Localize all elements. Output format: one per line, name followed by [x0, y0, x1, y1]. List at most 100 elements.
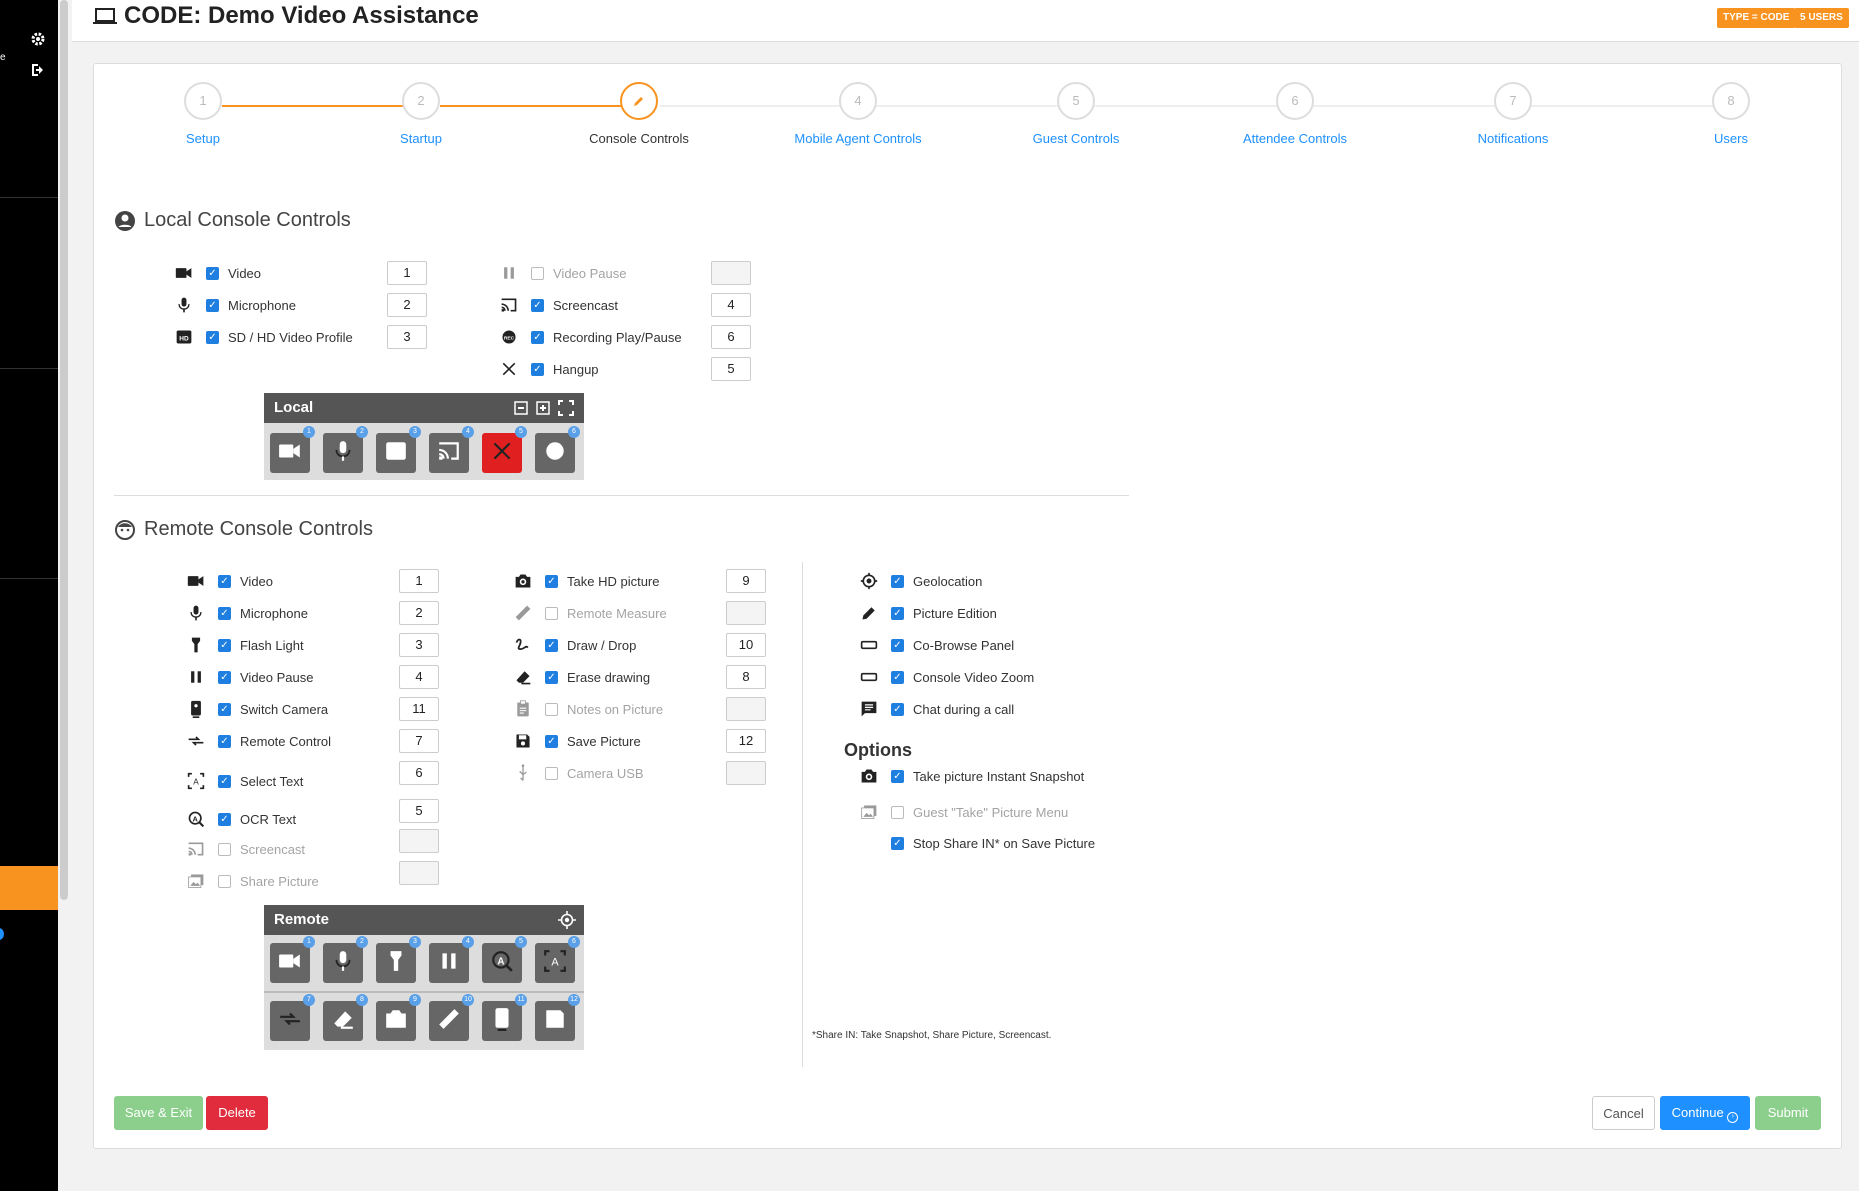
ocr-control-button[interactable]: A5	[482, 936, 527, 983]
ruler-control-button[interactable]: 10	[429, 994, 474, 1041]
remote-control-order-input[interactable]: 3	[399, 633, 439, 657]
remote-control-checkbox[interactable]: ✓	[218, 670, 231, 684]
remote-control-order-input[interactable]	[399, 861, 439, 885]
remote-control-order-input[interactable]: 10	[726, 633, 766, 657]
local-control-order-input[interactable]: 3	[387, 325, 427, 349]
remote-control-checkbox[interactable]	[545, 702, 558, 716]
local-control-checkbox[interactable]: ✓	[531, 362, 544, 376]
switch-camera-control-button[interactable]: 11	[482, 994, 527, 1041]
remote-control-checkbox[interactable]: ✓	[218, 812, 231, 826]
microphone-control-button[interactable]: 2	[323, 936, 368, 983]
remote-control-checkbox[interactable]: ✓	[545, 734, 558, 748]
remote-control-checkbox[interactable]	[545, 606, 558, 620]
local-control-order-input[interactable]: 4	[711, 293, 751, 317]
option-checkbox[interactable]: ✓	[891, 769, 904, 783]
step-startup[interactable]: 2 Startup	[321, 82, 521, 146]
eraser-control-button[interactable]: 8	[323, 994, 368, 1041]
step-mobile-agent-controls[interactable]: 4 Mobile Agent Controls	[758, 82, 958, 146]
step-label: Startup	[400, 131, 442, 146]
add-icon[interactable]	[536, 401, 550, 415]
videocam-control-button[interactable]: 1	[270, 936, 315, 983]
option-checkbox[interactable]: ✓	[891, 836, 904, 850]
remote-control-order-input[interactable]: 6	[399, 761, 439, 785]
minimize-icon[interactable]	[514, 401, 528, 415]
step-setup[interactable]: 1 Setup	[103, 82, 303, 146]
local-control-order-input[interactable]: 2	[387, 293, 427, 317]
pause-control-button[interactable]: 4	[429, 936, 474, 983]
cast-control-button[interactable]: 4	[429, 426, 474, 473]
remote-control-checkbox[interactable]: ✓	[545, 574, 558, 588]
local-control-order-input[interactable]: 1	[387, 261, 427, 285]
local-control-checkbox[interactable]: ✓	[531, 330, 544, 344]
step-guest-controls[interactable]: 5 Guest Controls	[976, 82, 1176, 146]
remote-control-order-input[interactable]	[726, 697, 766, 721]
remote-control-checkbox[interactable]: ✓	[891, 670, 904, 684]
logout-icon[interactable]	[28, 62, 48, 82]
remote-control-checkbox[interactable]: ✓	[891, 606, 904, 620]
step-users[interactable]: 8 Users	[1631, 82, 1831, 146]
remote-control-order-input[interactable]: 9	[726, 569, 766, 593]
delete-button[interactable]: Delete	[206, 1096, 268, 1130]
save-control-button[interactable]: 12	[535, 994, 580, 1041]
local-control-order-input[interactable]: 6	[711, 325, 751, 349]
step-console-controls[interactable]: Console Controls	[539, 82, 739, 146]
settings-gear-icon[interactable]	[28, 31, 48, 51]
sidebar-active-item[interactable]	[0, 866, 58, 910]
remote-control-checkbox[interactable]: ✓	[545, 638, 558, 652]
local-control-order-input[interactable]: 5	[711, 357, 751, 381]
remote-control-order-input[interactable]	[726, 761, 766, 785]
remote-control-checkbox[interactable]: ✓	[891, 702, 904, 716]
remote-control-checkbox[interactable]: ✓	[218, 574, 231, 588]
remote-control-checkbox-wrap: ✓	[891, 702, 904, 716]
local-control-checkbox[interactable]: ✓	[206, 298, 219, 312]
remote-control-order-input[interactable]: 11	[399, 697, 439, 721]
remote-control-checkbox[interactable]: ✓	[545, 670, 558, 684]
microphone-control-button[interactable]: 2	[323, 426, 368, 473]
flashlight-control-button[interactable]: 3	[376, 936, 421, 983]
rec-control-button[interactable]: REC 6	[535, 426, 580, 473]
remote-control-order-input[interactable]: 1	[399, 569, 439, 593]
remote-control-order-input[interactable]	[399, 829, 439, 853]
cancel-button[interactable]: Cancel	[1592, 1096, 1655, 1130]
close-control-button[interactable]: 5	[482, 426, 527, 473]
remote-control-order-input[interactable]: 2	[399, 601, 439, 625]
local-control-checkbox[interactable]: ✓	[531, 298, 544, 312]
remote-control-order-input[interactable]	[726, 601, 766, 625]
step-attendee-controls[interactable]: 6 Attendee Controls	[1195, 82, 1395, 146]
remote-control-checkbox[interactable]: ✓	[891, 638, 904, 652]
remote-control-order-input[interactable]: 12	[726, 729, 766, 753]
local-control-checkbox[interactable]: ✓	[206, 266, 219, 280]
remote-control-order-input[interactable]: 7	[399, 729, 439, 753]
sidebar: e	[0, 0, 58, 1191]
videocam-control-button[interactable]: 1	[270, 426, 315, 473]
remote-control-checkbox[interactable]: ✓	[218, 734, 231, 748]
remote-control-checkbox[interactable]: ✓	[218, 702, 231, 716]
fullscreen-icon[interactable]	[558, 400, 574, 416]
remote-control-label: Switch Camera	[240, 701, 329, 717]
submit-button[interactable]: Submit	[1755, 1096, 1821, 1130]
remote-control-checkbox[interactable]: ✓	[218, 638, 231, 652]
remote-control-control-button[interactable]: 7	[270, 994, 315, 1041]
remote-control-checkbox[interactable]	[545, 766, 558, 780]
continue-button[interactable]: Continue ›	[1660, 1096, 1750, 1130]
close-icon	[497, 357, 521, 381]
step-notifications[interactable]: 7 Notifications	[1413, 82, 1613, 146]
remote-control-checkbox[interactable]	[218, 842, 231, 856]
select-text-control-button[interactable]: A6	[535, 936, 580, 983]
remote-control-checkbox[interactable]: ✓	[218, 606, 231, 620]
geolocation-icon[interactable]	[558, 911, 576, 929]
local-control-order-input[interactable]	[711, 261, 751, 285]
hd-control-button[interactable]: HD 3	[376, 426, 421, 473]
remote-control-order-input[interactable]: 8	[726, 665, 766, 689]
option-checkbox[interactable]	[891, 805, 904, 819]
local-control-checkbox[interactable]: ✓	[206, 330, 219, 344]
local-control-checkbox[interactable]	[531, 266, 544, 280]
scrollbar[interactable]	[60, 0, 68, 900]
save-exit-button[interactable]: Save & Exit	[114, 1096, 203, 1130]
camera-control-button[interactable]: 9	[376, 994, 421, 1041]
remote-control-order-input[interactable]: 4	[399, 665, 439, 689]
remote-control-checkbox[interactable]: ✓	[891, 574, 904, 588]
remote-control-checkbox[interactable]	[218, 874, 231, 888]
remote-control-checkbox[interactable]: ✓	[218, 774, 231, 788]
remote-control-order-input[interactable]: 5	[399, 799, 439, 823]
